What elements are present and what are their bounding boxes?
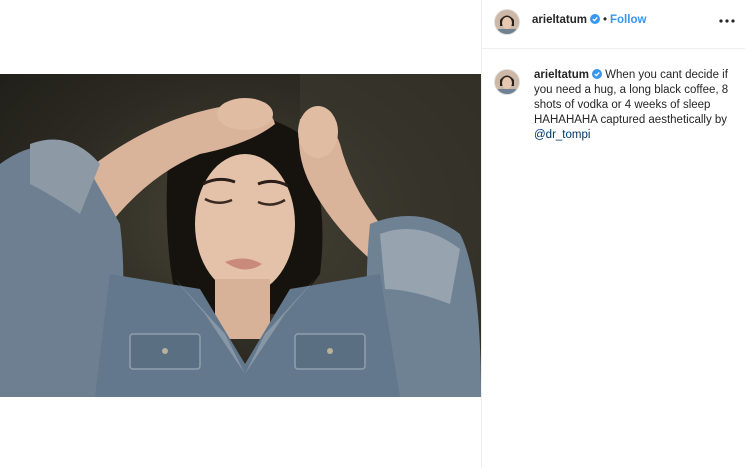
post-side-panel: arieltatum • Follow arieltatum When you ca… xyxy=(482,0,745,468)
more-options-icon[interactable] xyxy=(715,9,739,33)
avatar-image xyxy=(495,10,519,34)
verified-badge-icon xyxy=(591,69,602,79)
photo-illustration xyxy=(0,74,481,397)
username-link[interactable]: arieltatum xyxy=(532,14,587,26)
verified-badge-icon xyxy=(589,14,600,24)
avatar[interactable] xyxy=(494,9,520,35)
caption-username-link[interactable]: arieltatum xyxy=(534,69,589,81)
avatar-image xyxy=(495,70,519,94)
separator-dot: • xyxy=(602,14,607,26)
post-photo[interactable] xyxy=(0,74,481,397)
post-media-area xyxy=(0,0,481,468)
header-name-row: arieltatum • Follow xyxy=(532,14,646,26)
mention-link[interactable]: @dr_tompi xyxy=(534,129,590,141)
avatar[interactable] xyxy=(494,69,520,95)
follow-button[interactable]: Follow xyxy=(610,14,646,26)
post-header: arieltatum • Follow xyxy=(482,0,745,49)
more-dots-glyph xyxy=(719,19,735,23)
caption-text-block: arieltatum When you cant decide if you n… xyxy=(534,68,734,143)
